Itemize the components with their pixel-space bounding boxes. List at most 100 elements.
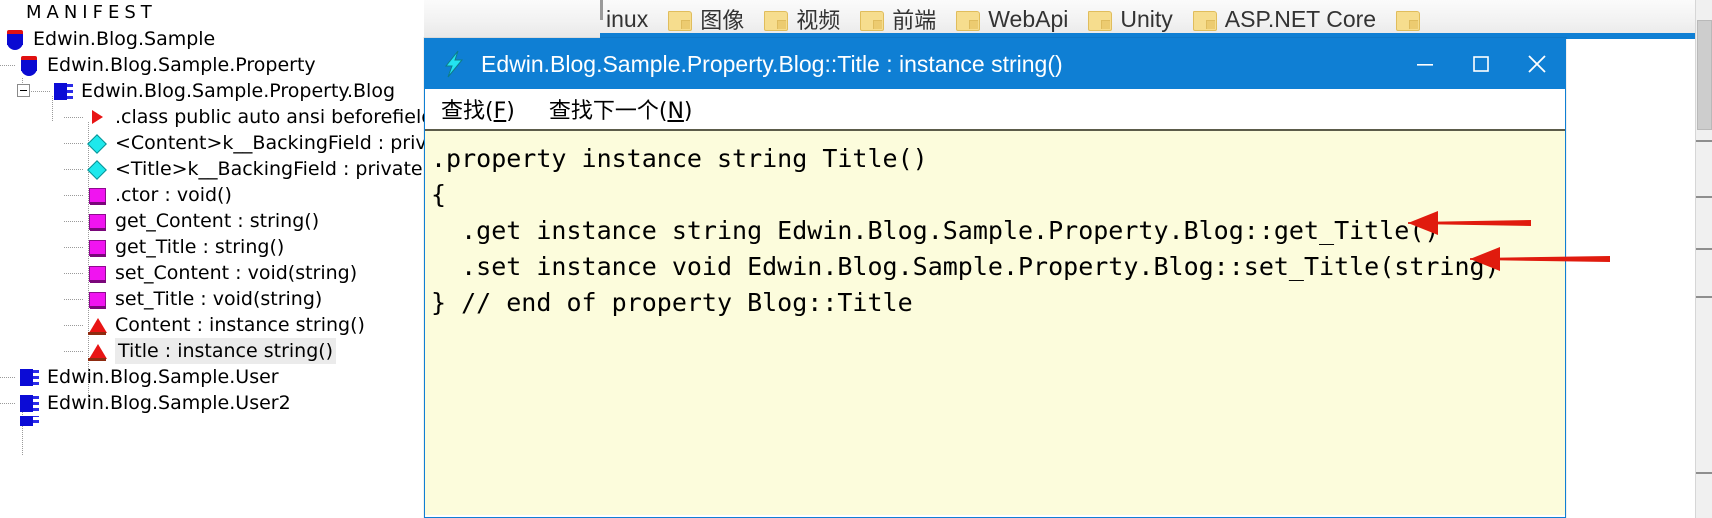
scrollbar-marker (1696, 140, 1712, 142)
tree-item-label: get_Content : string() (115, 210, 320, 232)
tree-item-label: Content : instance string() (115, 314, 365, 336)
window-menubar[interactable]: 查找(F) 查找下一个(N) (425, 89, 1565, 131)
code-line: } // end of property Blog::Title (431, 288, 913, 317)
tree-item-label: MANIFEST (26, 2, 157, 23)
folder-icon (1396, 9, 1421, 31)
tree-expander-collapse-icon[interactable] (17, 84, 30, 97)
method-icon (86, 236, 108, 258)
folder-icon (668, 9, 693, 31)
tree-item-label: Edwin.Blog.Sample.Property (47, 54, 316, 76)
bookmark-label: inux (606, 5, 649, 32)
bookmark-label: 前端 (892, 9, 937, 34)
menu-find-next[interactable]: 查找下一个(N) (543, 91, 699, 127)
namespace-icon (18, 54, 40, 76)
tree-item-namespace-property[interactable]: Edwin.Blog.Sample.Property (0, 52, 424, 78)
page-scrollbar-thumb[interactable] (1697, 20, 1712, 130)
tree-guide-line (64, 169, 84, 170)
bookmark-item-video[interactable]: 视频 (758, 1, 846, 37)
tree-item-label: set_Title : void(string) (115, 288, 323, 310)
method-icon (86, 262, 108, 284)
tree-guide-line (0, 377, 16, 378)
menu-find-accel: F (493, 99, 507, 124)
tree-item-property-title[interactable]: Title : instance string() (0, 338, 424, 364)
folder-icon (1088, 9, 1113, 31)
tree-item-label: Edwin.Blog.Sample.User2 (47, 392, 291, 414)
tree-item-method-set-content[interactable]: set_Content : void(string) (0, 260, 424, 286)
folder-icon (860, 9, 885, 31)
bookmark-item-unity[interactable]: Unity (1082, 4, 1178, 35)
tree-guide-line (64, 143, 84, 144)
scrollbar-marker (1696, 472, 1712, 474)
bookmark-label: 图像 (700, 9, 745, 34)
tree-item-method-get-title[interactable]: get_Title : string() (0, 234, 424, 260)
tree-item-method-ctor[interactable]: .ctor : void() (0, 182, 424, 208)
get-accessor-arrow (1408, 211, 1531, 235)
tree-item-class-blog[interactable]: Edwin.Blog.Sample.Property.Blog (0, 78, 424, 104)
lightning-bolt-icon (439, 49, 469, 79)
maximize-button[interactable] (1453, 39, 1509, 89)
window-title: Edwin.Blog.Sample.Property.Blog::Title :… (481, 50, 1063, 77)
menu-find-next-paren: ) (683, 99, 693, 124)
folder-icon (1192, 9, 1217, 31)
tree-item-class-decl[interactable]: .class public auto ansi beforefieldinit (0, 104, 424, 130)
tree-item-class-user2[interactable]: Edwin.Blog.Sample.User2 (0, 390, 424, 416)
folder-icon (764, 9, 789, 31)
tree-item-label: Title : instance string() (115, 338, 337, 364)
method-icon (86, 184, 108, 206)
tree-item-method-get-content[interactable]: get_Content : string() (0, 208, 424, 234)
bookmark-item-linux[interactable]: inux (600, 4, 654, 35)
bookmark-label: ASP.NET Core (1224, 5, 1377, 32)
scrollbar-marker (1696, 248, 1712, 250)
assembly-icon (4, 28, 26, 50)
bookmark-label: WebApi (988, 5, 1069, 32)
tree-item-field-content-backing[interactable]: <Content>k__BackingField : private strin… (0, 130, 424, 156)
property-icon (86, 340, 108, 362)
bookmark-item-webapi[interactable]: WebApi (950, 4, 1074, 35)
tree-item-assembly[interactable]: Edwin.Blog.Sample (0, 26, 424, 52)
window-controls (1397, 39, 1565, 89)
tree-item-method-set-title[interactable]: set_Title : void(string) (0, 286, 424, 312)
bookmark-label: Unity (1120, 5, 1173, 32)
tree-item-partial[interactable] (0, 416, 424, 426)
class-icon (52, 80, 74, 102)
tree-item-label: <Title>k__BackingField : private string (115, 158, 424, 180)
class-info-icon (86, 106, 108, 128)
ildasm-tree-panel[interactable]: MANIFEST Edwin.Blog.Sample Edwin.Blog.Sa… (0, 0, 424, 518)
bookmark-item-aspnetcore[interactable]: ASP.NET Core (1187, 4, 1382, 35)
minimize-button[interactable] (1397, 39, 1453, 89)
menu-find-next-label: 查找下一个( (548, 99, 668, 124)
close-button[interactable] (1509, 39, 1565, 89)
tree-guide-line (64, 195, 84, 196)
tree-item-field-title-backing[interactable]: <Title>k__BackingField : private string (0, 156, 424, 182)
tree-guide-line (0, 65, 16, 66)
bookmark-item-images[interactable]: 图像 (662, 1, 750, 37)
tree-guide-line (64, 221, 84, 222)
bookmark-item-frontend[interactable]: 前端 (854, 1, 942, 37)
tree-item-label: set_Content : void(string) (115, 262, 358, 284)
menu-find[interactable]: 查找(F) (435, 91, 521, 127)
property-icon (86, 314, 108, 336)
bookmark-item-overflow[interactable] (1390, 7, 1434, 31)
tree-item-property-content[interactable]: Content : instance string() (0, 312, 424, 338)
code-line: .property instance string Title() (431, 144, 928, 173)
scrollbar-marker (1696, 196, 1712, 198)
tree-item-label: get_Title : string() (115, 236, 285, 258)
window-titlebar[interactable]: Edwin.Blog.Sample.Property.Blog::Title :… (425, 39, 1565, 89)
arrow-head (1408, 211, 1438, 235)
menu-find-paren: ) (506, 99, 515, 124)
tree-item-manifest[interactable]: MANIFEST (0, 0, 424, 26)
ildasm-disassembly-window[interactable]: Edwin.Blog.Sample.Property.Blog::Title :… (424, 38, 1566, 518)
set-accessor-arrow (1470, 247, 1610, 271)
field-icon (86, 158, 108, 180)
folder-icon (956, 9, 981, 31)
page-scrollbar[interactable] (1695, 0, 1712, 518)
tree-guide-line (64, 273, 84, 274)
tree-guide-line (0, 403, 16, 404)
arrow-head (1470, 247, 1500, 271)
code-line: .set instance void Edwin.Blog.Sample.Pro… (431, 252, 1500, 281)
tree-item-label: .ctor : void() (115, 184, 232, 206)
tree-guide-line (64, 299, 84, 300)
tree-item-class-user[interactable]: Edwin.Blog.Sample.User (0, 364, 424, 390)
tree-guide-line (64, 117, 84, 118)
il-code-view[interactable]: .property instance string Title() { .get… (425, 131, 1565, 515)
